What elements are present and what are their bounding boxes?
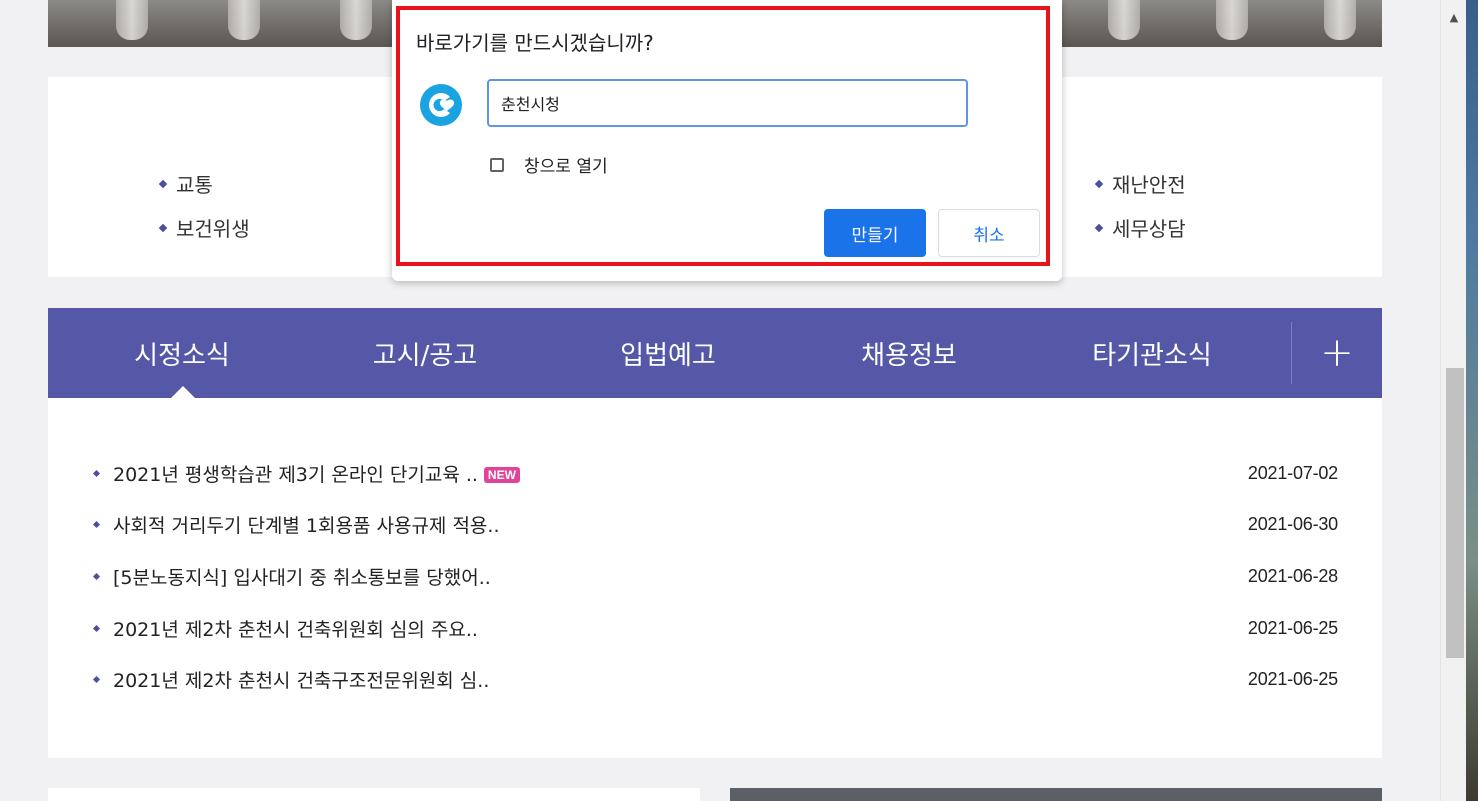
open-as-window-checkbox[interactable] xyxy=(490,157,504,172)
bullet-icon xyxy=(92,624,101,632)
category-link-traffic[interactable]: 교통 xyxy=(158,169,213,198)
plus-icon: + xyxy=(1320,330,1354,376)
desktop-background-edge xyxy=(1466,0,1478,801)
open-as-window-option[interactable]: 창으로 열기 xyxy=(490,152,608,177)
page-scrollbar[interactable]: ▲ xyxy=(1440,0,1467,801)
category-label: 재난안전 xyxy=(1112,173,1186,197)
bottom-left-card xyxy=(48,788,700,801)
news-list: 2021년 평생학습관 제3기 온라인 단기교육 .. NEW 2021-07-0… xyxy=(48,398,1382,758)
tab-legislative-notice[interactable]: 입법예고 xyxy=(578,308,758,398)
news-date: 2021-06-28 xyxy=(1247,565,1338,586)
tab-label: 입법예고 xyxy=(620,340,716,371)
browser-viewport: 교통 보건위생 재난안전 세무상담 시정소식 고시/공고 입법예고 채용정보 타… xyxy=(0,0,1478,801)
bullet-icon xyxy=(92,572,101,580)
create-shortcut-dialog: 바로가기를 만드시겠습니까? 창으로 열기 만들기 취소 xyxy=(392,0,1062,281)
bullet-icon xyxy=(92,469,101,477)
active-tab-indicator xyxy=(171,386,195,398)
bottom-right-card xyxy=(730,788,1382,801)
news-title: 2021년 평생학습관 제3기 온라인 단기교육 .. NEW xyxy=(113,460,1248,487)
shortcut-name-input[interactable] xyxy=(487,79,968,127)
cancel-button[interactable]: 취소 xyxy=(938,209,1040,257)
tab-label: 타기관소식 xyxy=(1092,340,1212,371)
bullet-icon xyxy=(1094,179,1104,188)
bullet-icon xyxy=(92,675,101,683)
news-title: 2021년 제2차 춘천시 건축위원회 심의 주요.. xyxy=(113,618,478,641)
category-label: 교통 xyxy=(176,173,213,197)
tab-notices[interactable]: 고시/공고 xyxy=(335,308,515,398)
news-title: [5분노동지식] 입사대기 중 취소통보를 당했어.. xyxy=(113,566,491,589)
tab-label: 고시/공고 xyxy=(372,340,478,371)
news-item[interactable]: 사회적 거리두기 단계별 1회용품 사용규제 적용.. 2021-06-30 xyxy=(92,510,1338,538)
news-title: 2021년 제2차 춘천시 건축구조전문위원회 심.. xyxy=(113,669,490,692)
news-date: 2021-06-25 xyxy=(1247,617,1338,638)
news-title: 사회적 거리두기 단계별 1회용품 사용규제 적용.. xyxy=(113,514,500,537)
new-badge: NEW xyxy=(483,466,520,483)
tab-other-agencies[interactable]: 타기관소식 xyxy=(1062,308,1242,398)
bullet-icon xyxy=(158,179,168,188)
tab-city-news[interactable]: 시정소식 xyxy=(92,308,272,398)
tab-label: 시정소식 xyxy=(134,340,230,371)
category-label: 보건위생 xyxy=(176,217,250,241)
more-news-button[interactable]: + xyxy=(1292,308,1382,398)
news-item[interactable]: 2021년 제2차 춘천시 건축구조전문위원회 심.. 2021-06-25 xyxy=(92,665,1338,693)
news-item[interactable]: 2021년 평생학습관 제3기 온라인 단기교육 .. NEW 2021-07-0… xyxy=(92,459,1338,487)
category-link-disaster-safety[interactable]: 재난안전 xyxy=(1094,169,1186,198)
news-date: 2021-06-25 xyxy=(1247,668,1338,689)
news-date: 2021-07-02 xyxy=(1247,462,1338,483)
bullet-icon xyxy=(158,223,168,232)
news-date: 2021-06-30 xyxy=(1247,513,1338,534)
create-button[interactable]: 만들기 xyxy=(824,209,926,257)
category-link-tax-consult[interactable]: 세무상담 xyxy=(1094,213,1186,242)
open-as-window-label: 창으로 열기 xyxy=(524,157,608,177)
news-item[interactable]: 2021년 제2차 춘천시 건축위원회 심의 주요.. 2021-06-25 xyxy=(92,614,1338,642)
category-link-health[interactable]: 보건위생 xyxy=(158,213,250,242)
tab-label: 채용정보 xyxy=(861,340,957,371)
category-label: 세무상담 xyxy=(1112,217,1186,241)
scroll-up-arrow-icon[interactable]: ▲ xyxy=(1441,8,1467,26)
scroll-thumb[interactable] xyxy=(1446,368,1464,658)
bullet-icon xyxy=(92,520,101,528)
news-tab-bar: 시정소식 고시/공고 입법예고 채용정보 타기관소식 + xyxy=(48,308,1382,398)
news-item[interactable]: [5분노동지식] 입사대기 중 취소통보를 당했어.. 2021-06-28 xyxy=(92,562,1338,590)
tab-recruitment[interactable]: 채용정보 xyxy=(819,308,999,398)
dialog-title: 바로가기를 만드시겠습니까? xyxy=(416,31,654,55)
chuncheon-logo-icon xyxy=(420,84,462,126)
bullet-icon xyxy=(1094,223,1104,232)
